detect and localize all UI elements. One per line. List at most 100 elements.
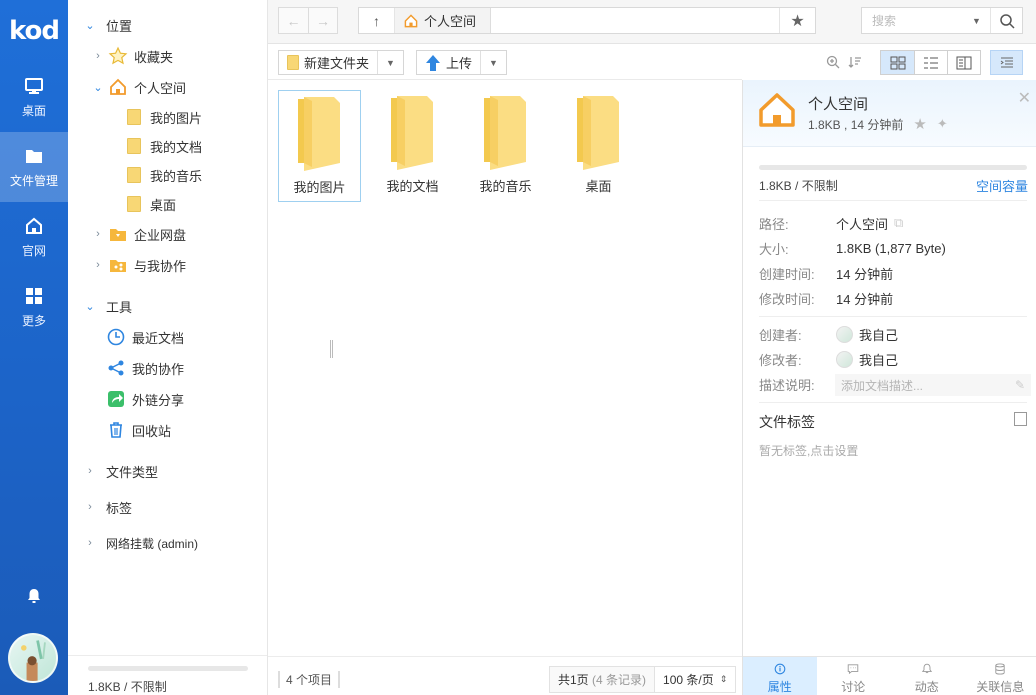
tree-location[interactable]: ⌄ 位置 — [84, 11, 132, 39]
tree-file-types[interactable]: › 文件类型 — [84, 457, 158, 485]
back-arrow-icon[interactable]: ← — [279, 8, 308, 33]
folder-icon — [390, 96, 433, 170]
item-count: 4 个项目 — [278, 671, 341, 688]
tree-item-documents[interactable]: 我的文档 — [124, 132, 202, 160]
description-input[interactable]: 添加文档描述... ✎ — [835, 374, 1031, 396]
tab-activity[interactable]: 动态 — [890, 657, 964, 695]
space-capacity-link[interactable]: 空间容量 — [976, 176, 1028, 195]
chevron-right-icon[interactable]: › — [92, 259, 104, 271]
breadcrumb[interactable]: 个人空间 — [395, 8, 492, 33]
tree-enterprise-disk[interactable]: › 企业网盘 — [92, 220, 186, 248]
nav-desktop-label: 桌面 — [21, 103, 46, 118]
close-icon[interactable]: ✕ — [1018, 88, 1031, 108]
file-item-pictures[interactable]: 我的图片 — [278, 90, 361, 202]
tree-favorites[interactable]: › 收藏夹 — [92, 42, 173, 70]
upload-button[interactable]: 上传 ▼ — [416, 50, 508, 75]
chevron-right-icon[interactable]: › — [84, 501, 96, 513]
zoom-icon[interactable] — [822, 50, 844, 74]
prop-created: 创建时间: 14 分钟前 — [759, 263, 1029, 283]
chevron-down-icon[interactable]: ▼ — [377, 51, 403, 74]
star-icon[interactable]: ★ — [779, 8, 815, 33]
tab-properties[interactable]: 属性 — [743, 657, 817, 695]
address-bar[interactable]: ↑ 个人空间 ★ — [358, 7, 816, 34]
search-icon[interactable] — [990, 8, 1022, 33]
up-arrow-icon[interactable]: ↑ — [359, 8, 395, 33]
file-item-music[interactable]: 我的音乐 — [464, 90, 547, 202]
prop-value: 14 分钟前 — [836, 291, 894, 307]
star-icon[interactable]: ★ — [913, 115, 926, 133]
per-page-select[interactable]: 100 条/页 ⇕ — [654, 667, 736, 692]
details-tabs: 属性 讨论 动态 关联信息 — [743, 656, 1036, 695]
tags-empty[interactable]: 暂无标签,点击设置 — [759, 442, 858, 459]
tree-item-music[interactable]: 我的音乐 — [124, 161, 202, 189]
tree-personal-space[interactable]: ⌄ 个人空间 — [92, 73, 186, 101]
chevron-down-icon[interactable]: ▼ — [480, 51, 506, 74]
list-view-icon[interactable] — [914, 51, 947, 74]
modifier-name[interactable]: 我自己 — [859, 350, 898, 369]
chevron-right-icon[interactable]: › — [84, 537, 96, 549]
upload-label: 上传 — [446, 56, 473, 71]
chevron-down-icon[interactable]: ⌄ — [84, 300, 96, 313]
creator-name[interactable]: 我自己 — [859, 325, 898, 344]
tool-link-share[interactable]: 外链分享 — [106, 385, 184, 413]
file-item-desktop[interactable]: 桌面 — [557, 90, 640, 202]
icon-view-icon[interactable] — [881, 51, 914, 74]
tree-item-label: 桌面 — [150, 197, 177, 213]
sort-icon[interactable] — [844, 50, 866, 74]
toggle-details-panel-icon[interactable] — [990, 50, 1023, 75]
tool-recent-docs[interactable]: 最近文档 — [106, 323, 184, 351]
enterprise-folder-icon — [108, 224, 128, 244]
tree-network-mount[interactable]: › 网络挂载 (admin) — [84, 529, 198, 557]
tree-item-label: 我的文档 — [150, 139, 203, 155]
nav-desktop[interactable]: 桌面 — [0, 62, 68, 132]
tree-item-label: 我的图片 — [150, 110, 203, 126]
chevron-down-icon[interactable]: ⌄ — [84, 19, 96, 32]
folder-tree: ⌄ 位置 › 收藏夹 ⌄ 个人空间 我的图片 我的文档 我的音乐 桌面 › 企业… — [68, 0, 333, 695]
nav-file-manager-label: 文件管理 — [9, 173, 58, 188]
tool-my-collab[interactable]: 我的协作 — [106, 354, 184, 382]
tool-recycle-bin[interactable]: 回收站 — [106, 416, 171, 444]
tree-item-desktop[interactable]: 桌面 — [124, 190, 176, 218]
forward-arrow-icon[interactable]: → — [307, 8, 337, 33]
details-title: 个人空间 — [808, 96, 869, 113]
quota-bar — [759, 165, 1027, 170]
search-box[interactable]: 搜索 ▼ — [861, 7, 1023, 34]
chevron-right-icon[interactable]: › — [92, 50, 104, 62]
nav-more[interactable]: 更多 — [0, 272, 68, 342]
trash-icon — [106, 420, 126, 440]
app-logo[interactable]: kod — [0, 0, 68, 62]
prop-key: 创建者: — [759, 327, 802, 343]
tab-related[interactable]: 关联信息 — [964, 657, 1036, 695]
tab-discussion[interactable]: 讨论 — [817, 657, 891, 695]
copy-icon[interactable]: ⧉ — [894, 215, 903, 231]
search-input[interactable]: 搜索 — [862, 12, 972, 29]
new-folder-button[interactable]: 新建文件夹 ▼ — [278, 50, 405, 75]
pencil-icon[interactable]: ✎ — [1015, 378, 1025, 392]
external-share-icon — [106, 389, 126, 409]
prop-key: 描述说明: — [759, 377, 815, 393]
tool-label: 最近文档 — [132, 330, 185, 346]
user-avatar[interactable] — [8, 633, 58, 683]
tree-item-pictures[interactable]: 我的图片 — [124, 103, 202, 131]
tag-settings-icon[interactable] — [1014, 412, 1027, 426]
prop-key: 创建时间: — [759, 266, 815, 282]
tree-tools[interactable]: ⌄ 工具 — [84, 292, 132, 320]
split-view-icon[interactable] — [947, 51, 980, 74]
tree-shared-with-me[interactable]: › 与我协作 — [92, 251, 186, 279]
quota-bar — [88, 666, 248, 671]
bell-icon[interactable] — [24, 586, 44, 606]
file-item-documents[interactable]: 我的文档 — [371, 90, 454, 202]
file-name: 我的文档 — [386, 179, 439, 194]
tree-tags[interactable]: › 标签 — [84, 493, 132, 521]
chevron-right-icon[interactable]: › — [92, 228, 104, 240]
view-mode-switch — [880, 50, 981, 75]
nav-website[interactable]: 官网 — [0, 202, 68, 272]
chevron-down-icon[interactable]: ▼ — [972, 16, 990, 26]
chevron-right-icon[interactable]: › — [84, 465, 96, 477]
updown-icon: ⇕ — [719, 674, 728, 684]
chevron-down-icon[interactable]: ⌄ — [92, 81, 104, 94]
nav-file-manager[interactable]: 文件管理 — [0, 132, 68, 202]
pin-icon[interactable]: ✦ — [937, 116, 948, 132]
tree-shared-label: 与我协作 — [134, 258, 187, 274]
tree-network-label: 网络挂载 (admin) — [106, 536, 199, 551]
